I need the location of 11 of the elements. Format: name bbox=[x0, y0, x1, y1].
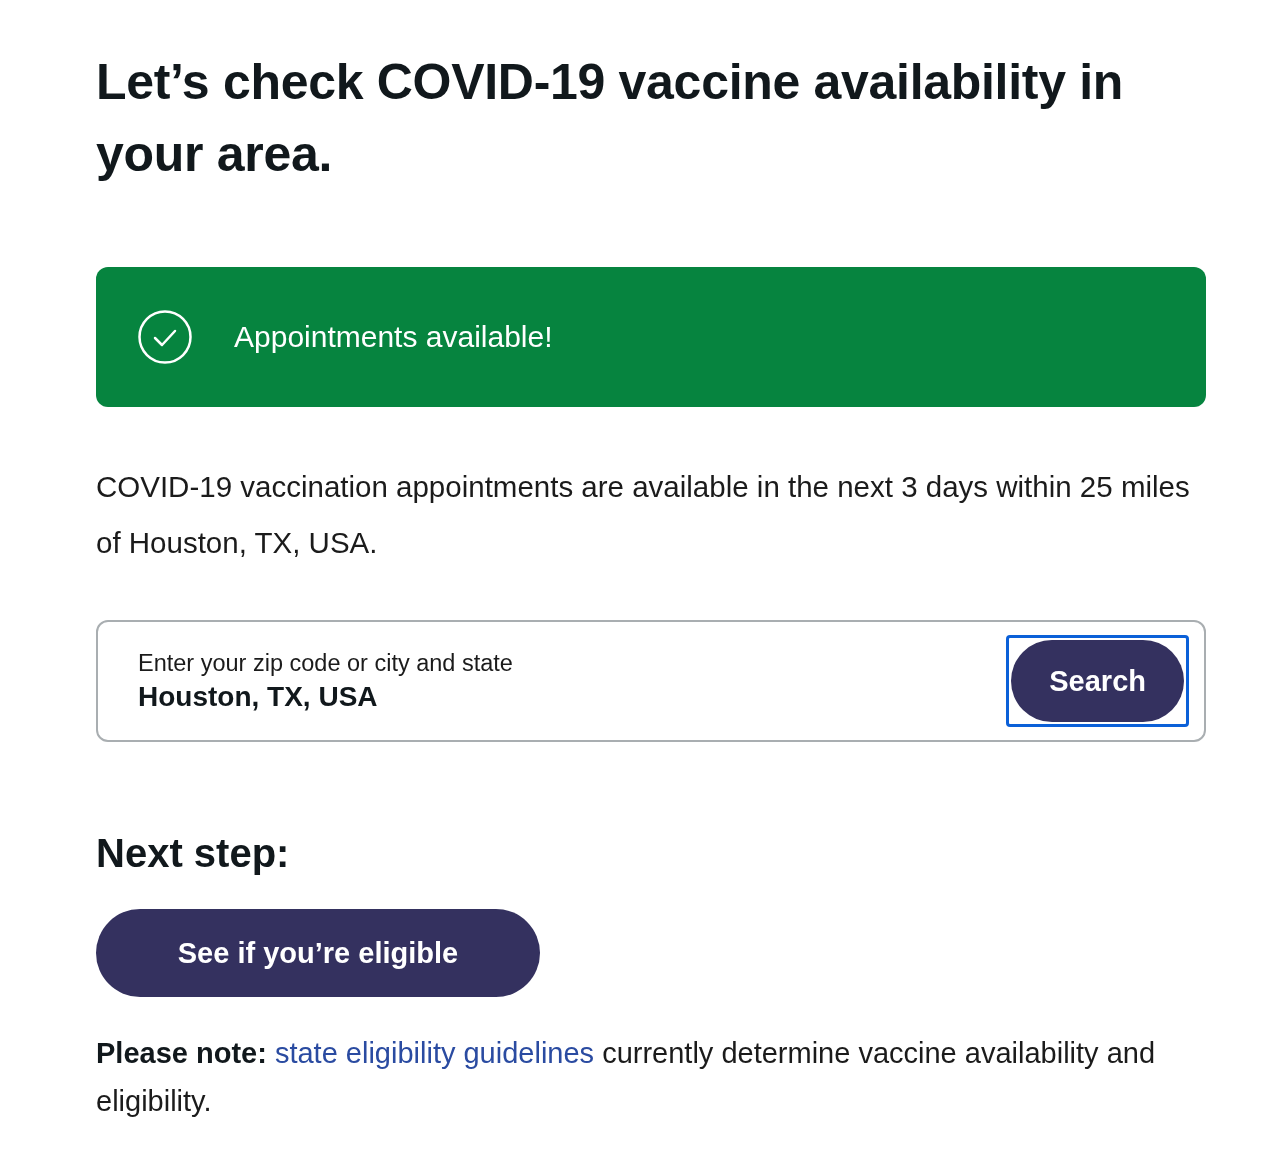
status-message: Appointments available! bbox=[234, 319, 553, 355]
search-button[interactable]: Search bbox=[1006, 635, 1189, 727]
guidelines-link[interactable]: state eligibility guidelines bbox=[274, 1037, 595, 1069]
eligibility-note: Please note: state eligibility guidelines currently determine vaccine availability and eligibility. bbox=[96, 1036, 1157, 1119]
section-heading: Next step: bbox=[96, 830, 290, 877]
availability-summary: COVID-19 vaccination appointments are available in the next 3 days within 25 miles of Houston, TX, USA. bbox=[96, 469, 1191, 561]
page-heading: Let’s check COVID-19 vaccine availability in your area. bbox=[96, 53, 1125, 184]
field-label: Enter your zip code or city and state bbox=[138, 649, 513, 678]
check-circle-icon bbox=[138, 310, 192, 364]
eligibility-button[interactable]: See if you’re eligible bbox=[96, 909, 540, 997]
location-input[interactable]: Houston, TX, USA bbox=[138, 680, 538, 714]
